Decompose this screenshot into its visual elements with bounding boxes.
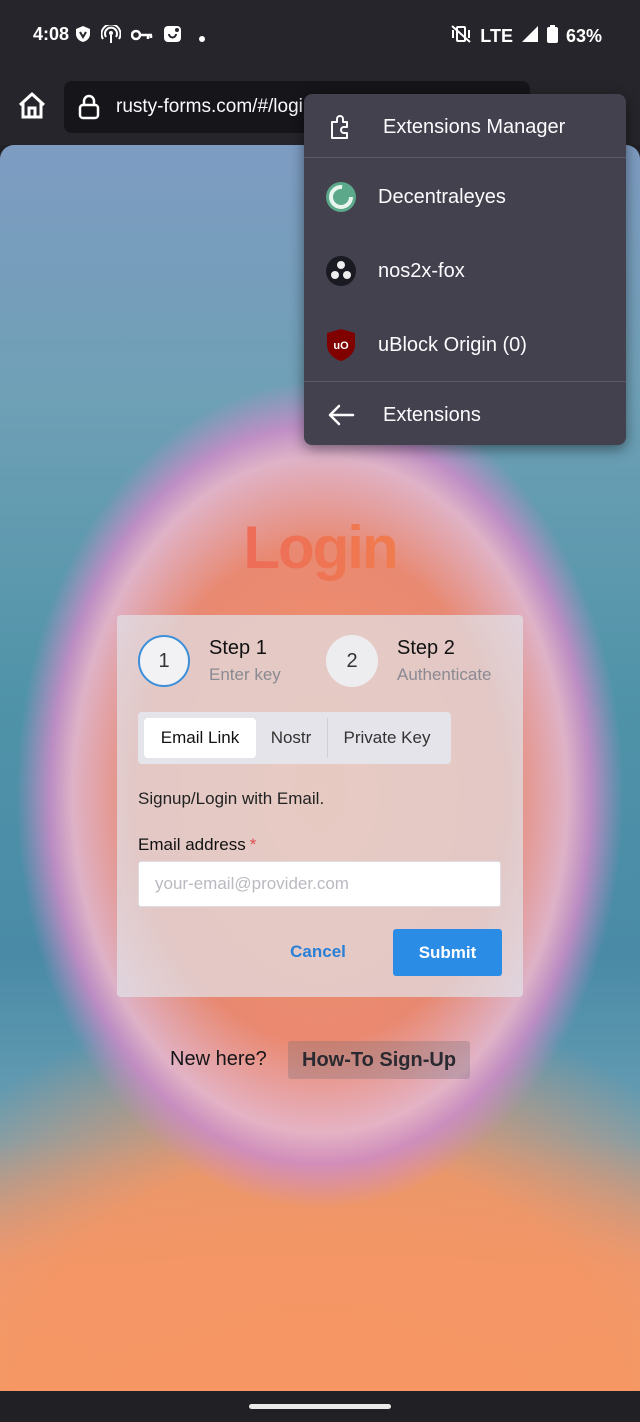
login-card: 1 Step 1 Enter key 2 Step 2 Authenticate… bbox=[117, 615, 523, 997]
menu-label-decentraleyes: Decentraleyes bbox=[378, 185, 506, 208]
menu-label-extensions-manager: Extensions Manager bbox=[383, 115, 566, 138]
step-1-number: 1 bbox=[138, 635, 190, 687]
menu-label-extensions: Extensions bbox=[383, 403, 481, 426]
email-label: Email address * bbox=[138, 835, 256, 855]
home-button[interactable] bbox=[16, 90, 50, 124]
status-left-icons bbox=[75, 23, 205, 49]
email-label-text: Email address bbox=[138, 835, 246, 854]
tab-nostr[interactable]: Nostr bbox=[256, 718, 326, 758]
step-2-subtitle: Authenticate bbox=[397, 665, 492, 684]
step-2-number: 2 bbox=[326, 635, 378, 687]
required-marker: * bbox=[249, 835, 257, 854]
svg-text:uO: uO bbox=[333, 340, 349, 352]
menu-item-decentraleyes[interactable]: Decentraleyes bbox=[304, 166, 626, 228]
cancel-button[interactable]: Cancel bbox=[273, 929, 363, 975]
tab-private-key[interactable]: Private Key bbox=[328, 718, 446, 758]
ublock-origin-icon: uO bbox=[324, 328, 358, 362]
tab-email-link[interactable]: Email Link bbox=[144, 718, 256, 758]
submit-button[interactable]: Submit bbox=[393, 929, 502, 976]
hotspot-icon bbox=[100, 23, 122, 48]
signal-icon bbox=[521, 25, 539, 48]
network-type: LTE bbox=[480, 26, 513, 46]
vpn-shield-icon bbox=[75, 25, 91, 48]
arrow-left-icon bbox=[324, 398, 358, 432]
step-1-title: Step 1 bbox=[209, 637, 267, 659]
menu-divider bbox=[304, 157, 626, 158]
puzzle-icon bbox=[324, 110, 358, 144]
dot-icon bbox=[199, 26, 205, 47]
new-here-text: New here? bbox=[170, 1048, 267, 1070]
home-gesture-handle[interactable] bbox=[249, 1404, 391, 1409]
nos2x-fox-icon bbox=[324, 254, 358, 288]
step-2-title: Step 2 bbox=[397, 637, 455, 659]
home-icon bbox=[16, 92, 48, 126]
menu-item-nos2x-fox[interactable]: nos2x-fox bbox=[304, 240, 626, 302]
status-time: 4:08 bbox=[33, 24, 70, 44]
intro-text: Signup/Login with Email. bbox=[138, 789, 325, 808]
step-1-subtitle: Enter key bbox=[209, 665, 281, 684]
menu-label-ublock-origin: uBlock Origin (0) bbox=[378, 333, 527, 356]
app-notification-icon bbox=[163, 24, 183, 49]
menu-item-ublock-origin[interactable]: uO uBlock Origin (0) bbox=[304, 314, 626, 376]
decentraleyes-icon bbox=[324, 180, 358, 214]
menu-item-extensions-manager[interactable]: Extensions Manager bbox=[304, 96, 626, 158]
lock-icon bbox=[78, 94, 100, 125]
navigation-bar bbox=[0, 1391, 640, 1422]
battery-percent: 63% bbox=[565, 26, 602, 46]
battery-icon bbox=[546, 25, 558, 48]
login-method-tabs: Email Link Nostr Private Key bbox=[138, 712, 451, 764]
email-field[interactable] bbox=[138, 861, 501, 907]
status-bar: 4:08 LTE 63% bbox=[0, 0, 640, 70]
menu-label-nos2x-fox: nos2x-fox bbox=[378, 259, 465, 282]
extensions-menu: Extensions Manager Decentraleyes nos2x-f… bbox=[304, 94, 626, 445]
menu-item-extensions-back[interactable]: Extensions bbox=[304, 384, 626, 446]
url-text: rusty-forms.com/#/login bbox=[116, 96, 314, 117]
menu-divider bbox=[304, 381, 626, 382]
vibrate-off-icon bbox=[450, 24, 472, 49]
key-icon bbox=[130, 26, 153, 47]
how-to-signup-button[interactable]: How-To Sign-Up bbox=[288, 1041, 471, 1079]
page-title: Login bbox=[0, 513, 640, 582]
status-right: LTE 63% bbox=[450, 24, 602, 49]
